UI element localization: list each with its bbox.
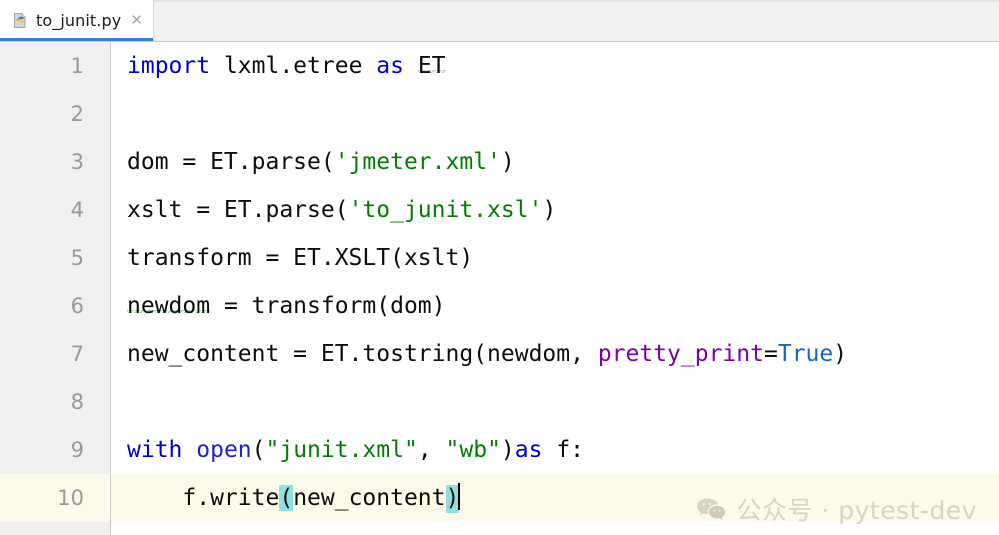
tab-label: to_junit.py bbox=[36, 11, 122, 30]
code-line[interactable] bbox=[111, 90, 999, 138]
code-token: with bbox=[127, 437, 183, 463]
line-number: 9 bbox=[70, 438, 84, 462]
code-token: f.write bbox=[127, 485, 280, 511]
code-token: dom = ET.parse( bbox=[127, 149, 335, 175]
line-number: 3 bbox=[70, 150, 84, 174]
text-cursor bbox=[458, 483, 461, 510]
code-token: ) bbox=[500, 149, 515, 175]
code-line[interactable]: transform = ET.XSLT(xslt) bbox=[111, 234, 999, 282]
line-number: 6 bbox=[70, 294, 84, 318]
line-number: 8 bbox=[70, 390, 84, 414]
code-token: as bbox=[514, 437, 543, 463]
line-number-gutter: 1 2 3 4 5 6 7 8 9 10 bbox=[0, 42, 111, 535]
code-token: transform = ET.XSLT(xslt) bbox=[127, 245, 474, 271]
code-line[interactable]: import lxml.etree as ET bbox=[111, 42, 999, 90]
line-number: 10 bbox=[0, 474, 110, 522]
code-token: True bbox=[777, 341, 834, 367]
code-token: xslt = ET.parse( bbox=[127, 197, 349, 223]
code-line[interactable]: dom = ET.parse('jmeter.xml') bbox=[111, 138, 999, 186]
code-content[interactable]: import lxml.etree as ET dom = ET.parse('… bbox=[111, 42, 999, 535]
code-token: , bbox=[417, 437, 446, 463]
tab-to-junit-py[interactable]: to_junit.py ✕ bbox=[0, 0, 154, 41]
code-line[interactable]: with open("junit.xml", "wb")as f: bbox=[111, 426, 999, 474]
line-number: 5 bbox=[70, 246, 84, 270]
code-token: ( bbox=[279, 485, 294, 511]
code-token: new_content bbox=[293, 485, 446, 511]
code-token: f: bbox=[542, 437, 585, 463]
line-number: 2 bbox=[70, 102, 84, 126]
close-icon[interactable]: ✕ bbox=[130, 13, 143, 28]
code-token: import bbox=[127, 53, 211, 79]
code-token: lxml.etree bbox=[210, 53, 377, 79]
code-token: ET bbox=[417, 53, 446, 81]
code-line[interactable]: f.write(new_content) bbox=[111, 474, 999, 522]
code-token: "wb" bbox=[445, 437, 501, 463]
code-token: ) bbox=[445, 485, 460, 513]
python-file-icon bbox=[12, 12, 29, 29]
code-token: = transform(dom) bbox=[210, 293, 446, 319]
line-number: 1 bbox=[70, 54, 84, 78]
code-token: ) bbox=[500, 437, 515, 463]
code-token: ) bbox=[542, 197, 557, 223]
code-line[interactable]: new_content = ET.tostring(newdom, pretty… bbox=[111, 330, 999, 378]
code-token: ( bbox=[251, 437, 266, 463]
code-token: new_content = ET.tostring(newdom, bbox=[127, 341, 598, 367]
code-line[interactable]: newdom = transform(dom) bbox=[111, 282, 999, 330]
code-line[interactable] bbox=[111, 378, 999, 426]
code-token: 'jmeter.xml' bbox=[334, 149, 501, 175]
editor-tab-bar: to_junit.py ✕ bbox=[0, 0, 999, 42]
line-number: 4 bbox=[70, 198, 84, 222]
line-number: 7 bbox=[70, 342, 84, 366]
code-token: = bbox=[763, 341, 778, 367]
code-token: open bbox=[196, 437, 252, 463]
code-token: newdom bbox=[127, 293, 211, 321]
code-line[interactable]: xslt = ET.parse('to_junit.xsl') bbox=[111, 186, 999, 234]
code-editor[interactable]: 1 2 3 4 5 6 7 8 9 10 import lxml.etree as ET dom … bbox=[0, 42, 999, 535]
code-token: as bbox=[376, 53, 404, 79]
code-token: "junit.xml" bbox=[265, 437, 418, 463]
code-token: pretty_print bbox=[597, 341, 764, 367]
code-token: ) bbox=[833, 341, 848, 367]
code-token: 'to_junit.xsl' bbox=[348, 197, 543, 223]
ide-window: to_junit.py ✕ 1 2 3 4 5 6 7 8 9 10 import lxml.et… bbox=[0, 0, 999, 535]
